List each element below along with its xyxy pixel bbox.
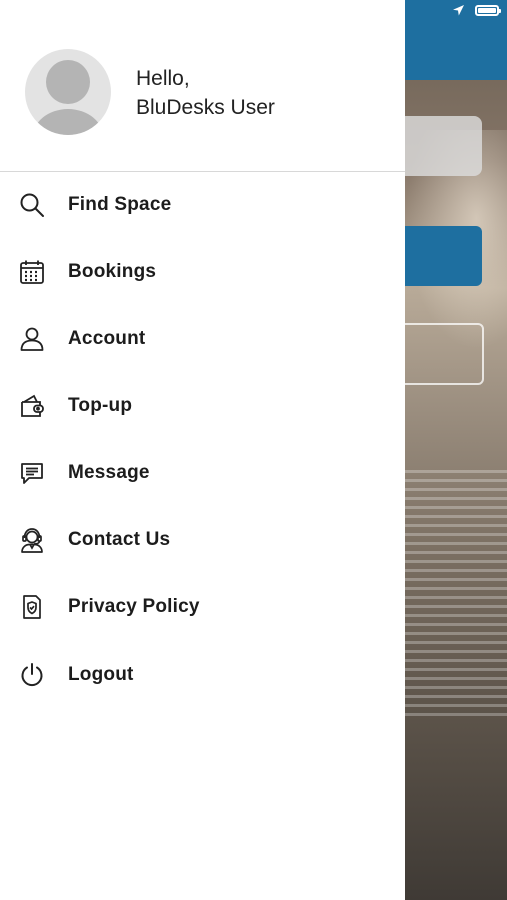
wallet-icon bbox=[18, 392, 46, 420]
greeting-user-name: BluDesks User bbox=[136, 96, 275, 119]
headset-icon bbox=[18, 526, 46, 554]
user-icon bbox=[18, 325, 46, 353]
menu-item-privacy-policy[interactable]: Privacy Policy bbox=[0, 580, 405, 634]
battery-icon bbox=[475, 5, 501, 16]
navigation-drawer: Hello, BluDesks User Find Space Bookings… bbox=[0, 0, 405, 900]
menu-item-logout[interactable]: Logout bbox=[0, 648, 405, 702]
location-arrow-icon bbox=[453, 5, 464, 16]
menu-item-contact-us[interactable]: Contact Us bbox=[0, 513, 405, 567]
search-icon bbox=[18, 191, 46, 219]
menu-item-label: Account bbox=[68, 328, 146, 349]
menu-item-label: Find Space bbox=[68, 194, 172, 215]
avatar[interactable] bbox=[25, 49, 111, 135]
menu-item-label: Logout bbox=[68, 664, 134, 685]
status-bar-icons bbox=[452, 4, 501, 17]
message-icon bbox=[18, 459, 46, 487]
greeting-line-hello: Hello, bbox=[136, 67, 190, 90]
calendar-icon bbox=[18, 258, 46, 286]
menu-item-label: Top-up bbox=[68, 395, 133, 416]
profile-header: Hello, BluDesks User bbox=[0, 0, 405, 172]
menu-item-label: Message bbox=[68, 462, 150, 483]
greeting: Hello, BluDesks User bbox=[136, 64, 275, 122]
menu-item-label: Privacy Policy bbox=[68, 596, 200, 617]
power-icon bbox=[18, 661, 46, 689]
menu-item-message[interactable]: Message bbox=[0, 446, 405, 500]
menu-item-label: Bookings bbox=[68, 261, 157, 282]
menu-item-label: Contact Us bbox=[68, 529, 171, 550]
menu-item-top-up[interactable]: Top-up bbox=[0, 379, 405, 433]
menu-item-find-space[interactable]: Find Space bbox=[0, 178, 405, 232]
menu-item-bookings[interactable]: Bookings bbox=[0, 245, 405, 299]
background-window-blinds bbox=[405, 470, 507, 720]
menu-item-account[interactable]: Account bbox=[0, 312, 405, 366]
shield-document-icon bbox=[18, 593, 46, 621]
